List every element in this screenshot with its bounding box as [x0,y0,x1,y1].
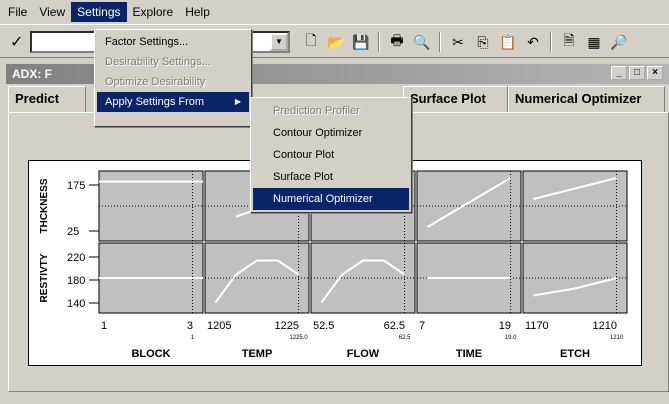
tab-numerical-optimizer[interactable]: Numerical Optimizer [508,86,665,112]
x-tick-max: 62.5 [384,320,405,332]
submenu-item-surface-plot[interactable]: Surface Plot [253,166,409,188]
y-tick-label: 220 [67,252,85,264]
factor-label: ETCH [560,348,590,360]
response-label: RESTIVTY [39,253,50,302]
print-icon[interactable]: 🖶 [386,31,408,53]
toolbar-separator [378,32,380,52]
checkmark-icon[interactable]: ✓ [10,32,23,52]
open-folder-icon[interactable]: 📂 [325,31,347,53]
submenu-item-prediction-profiler: Prediction Profiler [273,105,360,117]
menu-item-factor-settings[interactable]: Factor Settings... [97,32,249,52]
y-tick-label: 180 [67,275,85,287]
response-label: THCKNESS [39,178,50,233]
menu-bar: File View Settings Explore Help [0,0,669,24]
cut-icon[interactable]: ✂ [447,31,469,53]
tool-icon[interactable]: 🗎 [558,31,580,53]
submenu-item-contour-plot[interactable]: Contour Plot [253,144,409,166]
chart-icon[interactable]: ▦ [583,31,605,53]
toolbar-separator [550,32,552,52]
copy-icon[interactable]: ⎘ [472,31,494,53]
submenu-item-contour-optimizer[interactable]: Contour Optimizer [253,122,409,144]
x-tick-max: 3 [187,320,193,332]
toolbar-separator [439,32,441,52]
chevron-down-icon[interactable]: ▼ [270,33,288,51]
menu-item-optimize-desirability: Optimize Desirability [105,76,206,88]
x-tick-max: 1225 [275,320,299,332]
menu-settings[interactable]: Settings [71,2,127,22]
paste-icon[interactable]: 📋 [497,31,519,53]
submenu-arrow-icon: ▶ [234,97,241,106]
close-icon[interactable]: × [647,66,663,80]
y-tick-label: 175 [67,180,85,192]
x-tick-min: 1170 [525,320,549,332]
x-current-value: 62.5 [399,335,411,341]
x-tick-min: 52.5 [313,320,334,332]
tab-surface-plot[interactable]: Surface Plot [403,86,508,112]
minimize-icon[interactable]: _ [611,66,627,80]
menu-item-apply-settings-from[interactable]: Apply Settings From ▶ [97,92,249,112]
menu-explore[interactable]: Explore [127,2,180,22]
new-file-icon[interactable]: 🗋 [300,31,322,53]
menu-help[interactable]: Help [179,2,216,22]
submenu-item-numerical-optimizer[interactable]: Numerical Optimizer [253,188,409,210]
x-tick-max: 1210 [593,320,617,332]
query-icon[interactable]: 🔎 [608,31,630,53]
menu-item-desirability-settings: Desirability Settings... [105,56,211,68]
factor-label: FLOW [347,348,380,360]
factor-label: TIME [456,348,482,360]
tab-prediction-profiler[interactable]: Predict [8,86,86,112]
y-tick-label: 140 [67,298,85,310]
x-current-value: 1225.0 [289,335,308,341]
print-preview-icon[interactable]: 🔍 [411,31,433,53]
apply-settings-submenu: Prediction Profiler Contour Optimizer Co… [250,97,412,213]
menu-view[interactable]: View [33,2,71,22]
x-current-value: 19.0 [505,335,517,341]
x-current-value: 1210 [610,335,624,341]
factor-label: TEMP [242,348,273,360]
x-tick-min: 7 [419,320,425,332]
maximize-icon[interactable]: □ [629,66,645,80]
factor-label: BLOCK [131,348,170,360]
x-tick-max: 19 [499,320,511,332]
save-icon[interactable]: 💾 [350,31,372,53]
undo-icon[interactable]: ↶ [522,31,544,53]
settings-dropdown: Factor Settings... Desirability Settings… [94,29,252,127]
window-title-text: ADX: F [12,67,52,81]
x-tick-min: 1 [101,320,107,332]
menu-file[interactable]: File [2,2,33,22]
x-current-value: 1 [191,335,195,341]
x-tick-min: 1205 [207,320,231,332]
y-tick-label: 25 [67,226,79,238]
